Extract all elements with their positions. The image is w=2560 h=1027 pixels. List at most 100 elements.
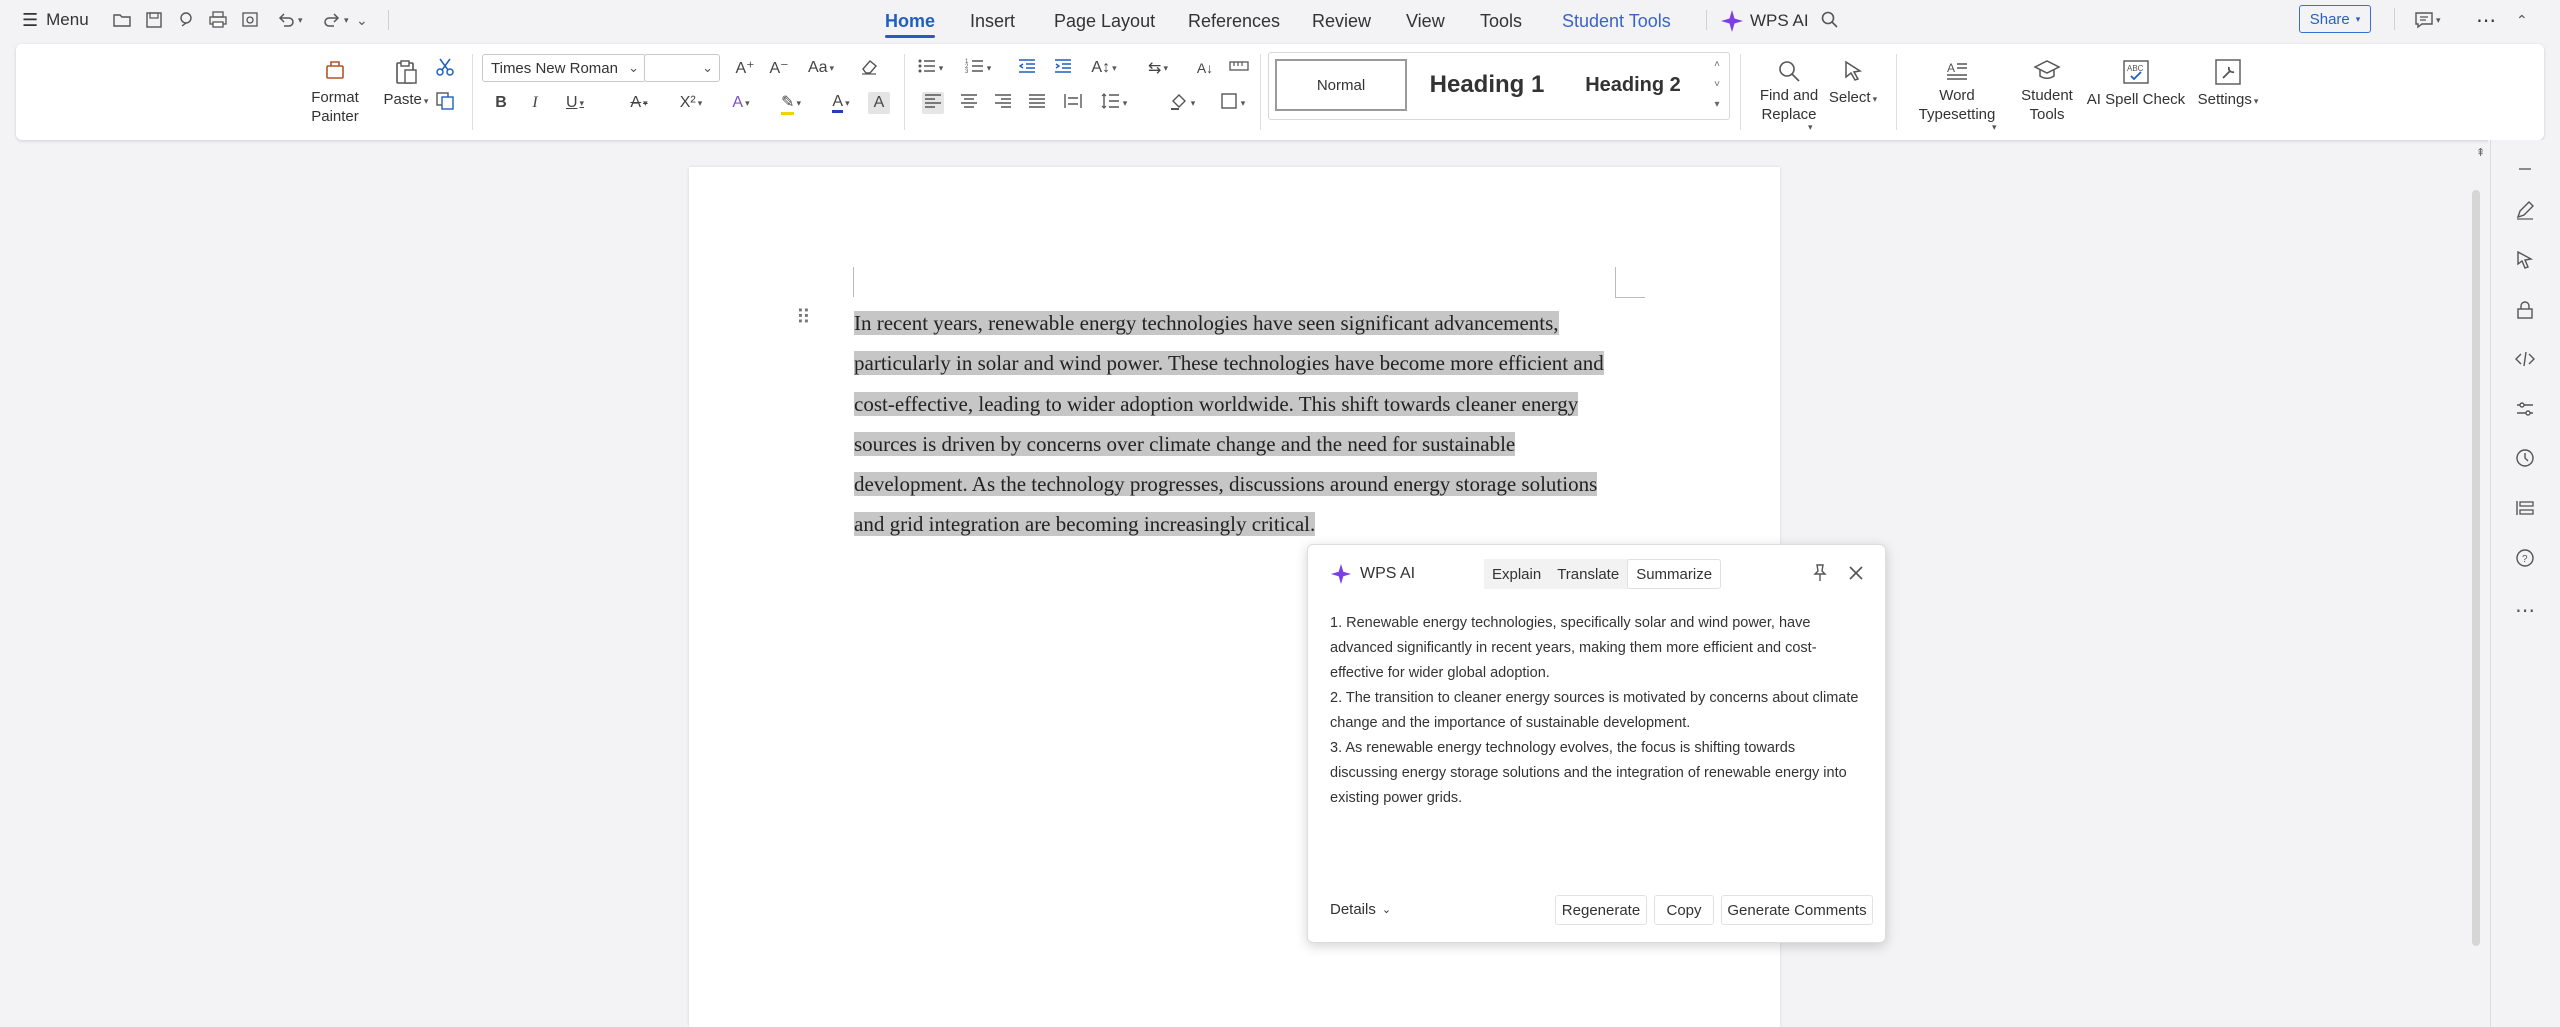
text-effects-button[interactable]: A ▾ xyxy=(724,92,758,114)
styles-scroll[interactable]: ˄ ˅ ▾ xyxy=(1709,55,1725,117)
hamburger-icon: ☰ xyxy=(22,9,39,30)
text-direction-button[interactable]: A↕ ▾ xyxy=(1086,57,1122,79)
protect-document-button[interactable] xyxy=(2512,299,2538,325)
tab-references[interactable]: References xyxy=(1188,6,1280,36)
help-button[interactable]: ? xyxy=(2512,547,2538,573)
pin-button[interactable] xyxy=(1810,563,1832,585)
settings-button[interactable]: Settings ▾ xyxy=(2190,58,2266,111)
tab-summarize[interactable]: Summarize xyxy=(1627,559,1722,589)
font-size-select[interactable]: ⌄ xyxy=(644,54,720,82)
superscript-button[interactable]: X² ▾ xyxy=(674,92,708,114)
style-heading-2[interactable]: Heading 2 xyxy=(1563,59,1703,111)
underline-button[interactable]: U ▾ xyxy=(558,92,592,114)
ai-spell-check-button[interactable]: ABC AI Spell Check xyxy=(2086,58,2186,109)
export-pdf-button[interactable] xyxy=(176,8,196,32)
tab-student-tools[interactable]: Student Tools xyxy=(1562,6,1671,36)
scroll-top-icon[interactable]: ⇞ xyxy=(2476,146,2488,162)
more-options-button[interactable]: ⋯ xyxy=(2476,8,2496,32)
align-right-button[interactable] xyxy=(992,92,1014,114)
generate-comments-button[interactable]: Generate Comments xyxy=(1721,895,1873,925)
align-left-button[interactable] xyxy=(922,92,944,114)
ruler-button[interactable] xyxy=(1228,57,1250,79)
tab-insert[interactable]: Insert xyxy=(970,6,1015,36)
change-case-button[interactable]: Aa ▾ xyxy=(804,57,838,79)
student-tools-button[interactable]: Student Tools xyxy=(2012,58,2082,124)
select-tool-button[interactable] xyxy=(2512,249,2538,275)
tab-tools[interactable]: Tools xyxy=(1480,6,1522,36)
print-button[interactable] xyxy=(208,8,228,32)
tab-review[interactable]: Review xyxy=(1312,6,1371,36)
align-center-icon xyxy=(959,91,979,116)
decrease-indent-button[interactable] xyxy=(1016,57,1038,79)
style-normal[interactable]: Normal xyxy=(1275,59,1407,111)
more-tools-button[interactable]: ⋯ xyxy=(2512,597,2538,623)
tab-home[interactable]: Home xyxy=(885,6,936,38)
adjust-settings-button[interactable] xyxy=(2512,398,2538,424)
collapse-panel-button[interactable] xyxy=(2512,158,2538,184)
style-heading-1[interactable]: Heading 1 xyxy=(1417,59,1557,111)
copy-button[interactable] xyxy=(434,91,456,114)
tab-view[interactable]: View xyxy=(1406,6,1445,36)
menu-button[interactable]: ☰ Menu xyxy=(22,8,89,32)
paragraph-spacing-button[interactable]: ⇆ ▾ xyxy=(1140,57,1176,79)
wps-ai-button[interactable]: WPS AI xyxy=(1720,6,1809,36)
highlight-button[interactable]: ✎ ▾ xyxy=(774,92,808,115)
svg-text:ABC: ABC xyxy=(2127,64,2144,73)
strikethrough-icon: A xyxy=(630,94,642,111)
drag-handle-icon[interactable]: ⠿ xyxy=(796,305,811,330)
expand-icon[interactable]: ▾ xyxy=(1709,95,1725,115)
italic-button[interactable]: I xyxy=(524,92,546,114)
bold-button[interactable]: B xyxy=(490,92,512,114)
font-color-button[interactable]: A ▾ xyxy=(824,92,858,114)
justify-button[interactable] xyxy=(1026,92,1048,114)
tab-translate[interactable]: Translate xyxy=(1549,559,1628,589)
increase-indent-button[interactable] xyxy=(1052,57,1074,79)
character-shading-button[interactable]: A xyxy=(868,92,890,114)
open-folder-button[interactable] xyxy=(112,8,132,32)
format-painter-button[interactable]: Format Painter xyxy=(304,58,366,126)
bullet-list-button[interactable]: ▾ xyxy=(912,57,948,79)
paste-button[interactable]: Paste ▾ xyxy=(376,58,436,111)
chevron-down-icon[interactable]: ˅ xyxy=(1709,75,1725,95)
decrease-font-button[interactable]: A⁻ xyxy=(768,57,790,79)
regenerate-button[interactable]: Regenerate xyxy=(1555,895,1647,925)
share-button[interactable]: Share ▾ xyxy=(2299,5,2371,33)
borders-button[interactable]: ▾ xyxy=(1214,92,1250,114)
history-button[interactable] xyxy=(2512,447,2538,473)
save-button[interactable] xyxy=(144,8,164,32)
tab-explain[interactable]: Explain xyxy=(1484,559,1550,589)
code-button[interactable] xyxy=(2512,348,2538,374)
increase-font-button[interactable]: A⁺ xyxy=(734,57,756,79)
shading-button[interactable]: ▾ xyxy=(1164,92,1200,114)
collapse-ribbon-button[interactable]: ⌃ xyxy=(2516,8,2528,32)
align-center-button[interactable] xyxy=(958,92,980,114)
redo-button[interactable]: ▾ xyxy=(322,8,349,32)
strikethrough-button[interactable]: A ▾ xyxy=(622,92,656,114)
select-button[interactable]: Select ▾ xyxy=(1818,58,1888,109)
selected-text[interactable]: In recent years, renewable energy techno… xyxy=(854,311,1604,537)
sort-button[interactable]: A↓ xyxy=(1194,57,1216,79)
comments-button[interactable]: ▾ xyxy=(2414,8,2441,32)
svg-text:?: ? xyxy=(2522,554,2528,565)
close-button[interactable] xyxy=(1846,563,1868,585)
clear-format-button[interactable] xyxy=(858,57,880,79)
tab-page-layout[interactable]: Page Layout xyxy=(1054,6,1155,36)
pen-tool-button[interactable] xyxy=(2512,199,2538,225)
wrench-icon xyxy=(2214,58,2242,86)
cut-button[interactable] xyxy=(434,58,456,80)
details-button[interactable]: Details ⌄ xyxy=(1330,901,1391,918)
font-family-select[interactable]: Times New Roman ⌄ xyxy=(482,54,646,82)
numbered-list-button[interactable]: 1 2 3 ▾ xyxy=(960,57,996,79)
navigation-pane-button[interactable] xyxy=(2512,497,2538,523)
chevron-up-icon[interactable]: ˄ xyxy=(1709,55,1725,75)
line-spacing-button[interactable]: ▾ xyxy=(1096,92,1132,114)
document-paragraph[interactable]: In recent years, renewable energy techno… xyxy=(854,303,1624,545)
word-typesetting-button[interactable]: A Word Typesetting ▾ xyxy=(1902,58,2012,132)
print-preview-button[interactable] xyxy=(240,8,260,32)
distributed-align-button[interactable] xyxy=(1062,92,1084,114)
search-button[interactable] xyxy=(1820,8,1840,32)
quick-access-more-button[interactable]: ⌄ xyxy=(356,8,368,32)
copy-result-button[interactable]: Copy xyxy=(1654,895,1714,925)
vertical-scrollbar[interactable] xyxy=(2472,190,2480,946)
undo-button[interactable]: ▾ xyxy=(276,8,303,32)
